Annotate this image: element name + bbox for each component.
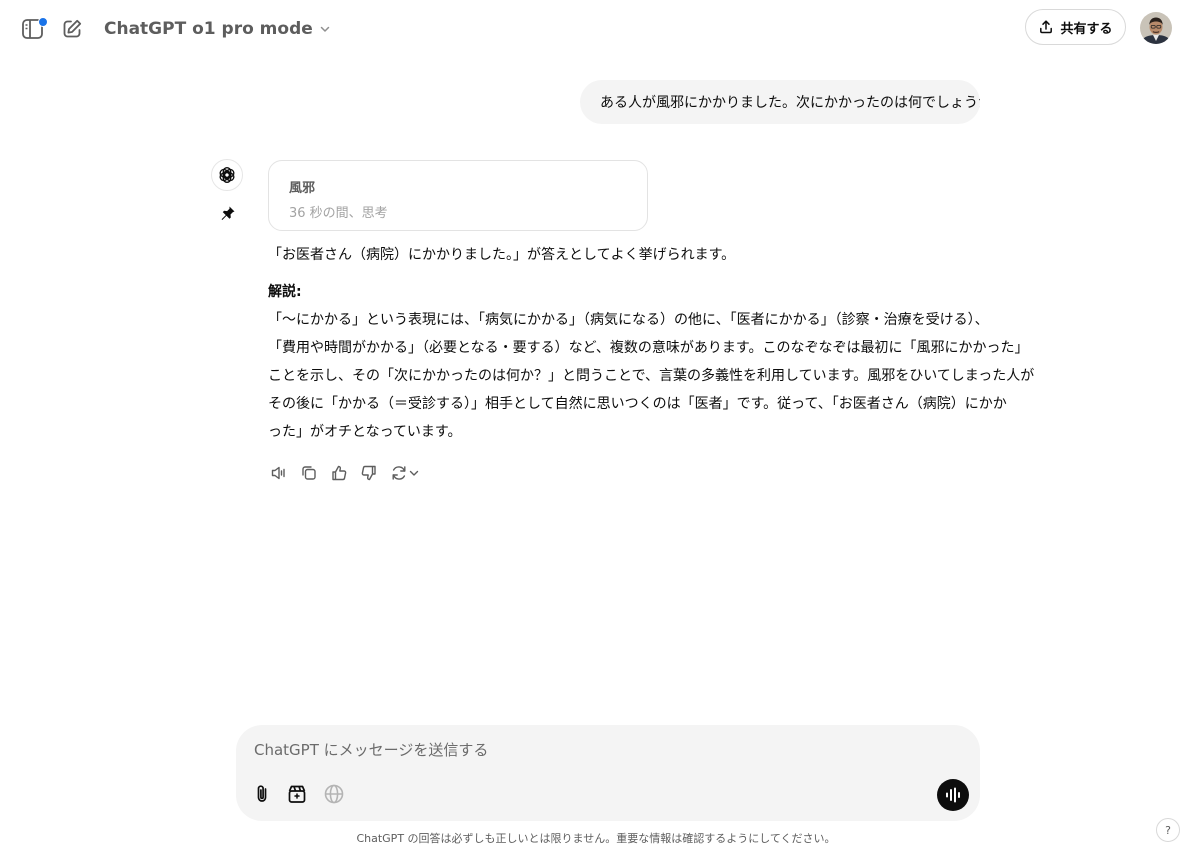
voice-icon [946,787,960,803]
chevron-down-icon [320,26,330,32]
reasoning-title: 風邪 [289,181,316,196]
user-avatar[interactable] [1140,12,1172,44]
web-search-button[interactable] [322,782,346,806]
message-composer [236,725,980,821]
explanation-line: 「〜にかかる」という表現には、「病気にかかる」（病気になる）の他に、「医者にかか… [268,312,989,328]
copy-icon [302,466,316,480]
sidebar-toggle-button[interactable] [18,14,48,44]
tools-icon [288,785,306,803]
attach-button[interactable] [250,782,274,806]
reasoning-duration: 36 秒の間、思考 [289,206,388,221]
chevron-down-icon [409,470,419,476]
thumbs-up-icon [332,465,347,481]
help-button[interactable]: ? [1156,818,1180,842]
tools-button[interactable] [285,782,309,806]
new-chat-icon [63,19,82,38]
assistant-avatar [211,159,243,191]
share-button[interactable]: 共有する [1025,9,1126,45]
explanation-line: その後に「かかる（＝受診する）」相手として自然に思いつくのは「医者」です。従って… [268,396,1007,412]
voice-mode-button[interactable] [937,779,969,811]
avatar-image [1140,12,1172,44]
answer-text: 「お医者さん（病院）にかかりました。」が答えとしてよく挙げられます。 [268,247,736,263]
regenerate-icon [392,466,406,480]
disclaimer-text: ChatGPT の回答は必ずしも正しいとは限りません。重要な情報は確認するように… [356,832,836,845]
model-selector[interactable]: ChatGPT o1 pro mode [104,16,331,42]
pin-button[interactable] [219,204,237,222]
pin-icon [221,206,235,220]
bad-response-button[interactable] [358,462,380,484]
message-input[interactable] [254,737,934,763]
upload-icon [1040,20,1053,34]
read-aloud-button[interactable] [268,462,290,484]
explanation-line: ことを示し、その「次にかかったのは何か？」と問うことで、言葉の多義性を利用してい… [268,368,1035,384]
model-name: ChatGPT o1 pro mode [104,19,313,39]
paperclip-icon [257,785,267,802]
speaker-icon [271,466,285,480]
copy-button[interactable] [298,462,320,484]
openai-logo-icon [219,167,235,183]
thumbs-down-icon [361,465,376,481]
user-message-bubble: ある人が風邪にかかりました。次にかかったのは何でしょうか [580,80,980,124]
message-actions [268,462,422,484]
user-message-text: ある人が風邪にかかりました。次にかかったのは何でしょうか [600,95,980,111]
share-label: 共有する [1060,21,1113,37]
good-response-button[interactable] [328,462,350,484]
globe-icon [324,784,344,804]
explanation-line: った」がオチとなっています。 [268,424,462,440]
reasoning-summary-card[interactable]: 風邪 36 秒の間、思考 [268,160,648,231]
explanation-line: 「費用や時間がかかる」（必要となる・要する）など、複数の意味があります。このなぞ… [268,340,1029,356]
explanation-heading: 解説: [268,284,302,300]
notification-dot [38,17,48,27]
regenerate-button[interactable] [388,462,422,484]
new-chat-button[interactable] [57,14,87,44]
